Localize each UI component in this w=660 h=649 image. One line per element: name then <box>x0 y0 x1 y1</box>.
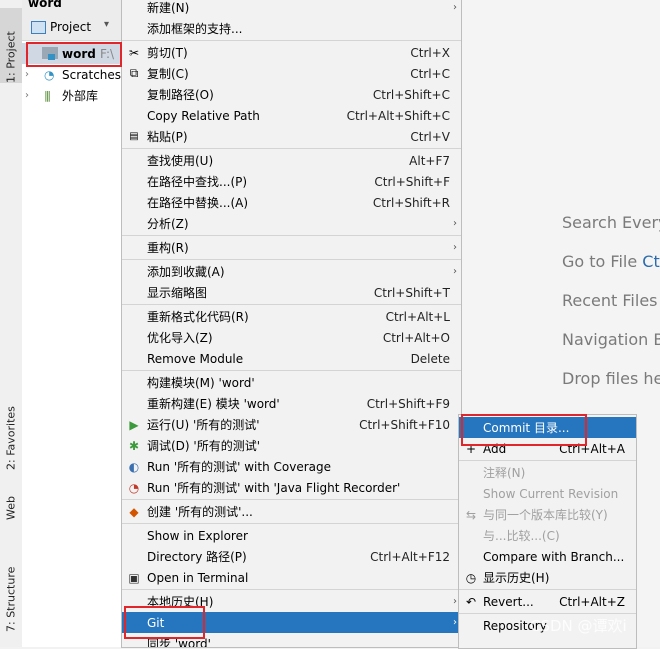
context-menu: 新建(N) › 添加框架的支持... ✂ 剪切(T) Ctrl+X ⧉ 复制(C) Ctr… <box>121 0 462 648</box>
menu-item-show-in-explorer[interactable]: Show in Explorer <box>122 525 461 546</box>
chevron-right-icon: › <box>453 617 457 628</box>
menu-item-find-usages[interactable]: 查找使用(U) Alt+F7 <box>122 150 461 171</box>
terminal-icon: ▣ <box>128 570 140 585</box>
hint-go-to-file: Go to File Ctr <box>562 252 660 271</box>
menu-divider <box>122 589 461 590</box>
menu-divider <box>459 613 636 614</box>
annotation-box-git <box>124 606 205 639</box>
tab-web[interactable]: Web <box>0 486 22 520</box>
tab-favorites[interactable]: 2: Favorites <box>0 390 22 470</box>
menu-item-show-thumbnails[interactable]: 显示缩略图 Ctrl+Shift+T <box>122 282 461 303</box>
tab-favorites-label: 2: Favorites <box>4 406 18 470</box>
submenu-item-compare-with[interactable]: 与...比较...(C) <box>459 525 636 546</box>
window-title: word <box>28 0 62 10</box>
menu-item-add-to-favorites[interactable]: 添加到收藏(A) › <box>122 261 461 282</box>
tree-item-label: 外部库 <box>62 89 99 103</box>
library-icon: ||| <box>44 89 51 102</box>
menu-item-analyze[interactable]: 分析(Z) › <box>122 213 461 234</box>
hint-search-everywhere: Search Every <box>562 213 660 232</box>
submenu-item-revert[interactable]: ↶ Revert... Ctrl+Alt+Z <box>459 591 636 612</box>
chevron-right-icon[interactable]: › <box>25 69 29 80</box>
run-icon: ▶ <box>129 417 139 432</box>
coverage-icon: ◐ <box>128 459 140 474</box>
chevron-down-icon[interactable]: ▾ <box>104 19 109 30</box>
menu-item-copy[interactable]: ⧉ 复制(C) Ctrl+C <box>122 63 461 84</box>
compare-icon: ⇆ <box>465 507 477 522</box>
menu-divider <box>459 589 636 590</box>
tab-structure[interactable]: 7: Structure <box>0 548 22 632</box>
menu-item-reformat-code[interactable]: 重新格式化代码(R) Ctrl+Alt+L <box>122 306 461 327</box>
hint-recent-files: Recent Files C <box>562 291 660 310</box>
menu-item-remove-module[interactable]: Remove Module Delete <box>122 348 461 369</box>
window-title-bar: word <box>22 0 122 16</box>
menu-item-refactor[interactable]: 重构(R) › <box>122 237 461 258</box>
project-panel <box>22 16 122 647</box>
menu-item-add-framework[interactable]: 添加框架的支持... <box>122 18 461 39</box>
menu-item-copy-path[interactable]: 复制路径(O) Ctrl+Shift+C <box>122 84 461 105</box>
menu-item-cut[interactable]: ✂ 剪切(T) Ctrl+X <box>122 42 461 63</box>
menu-item-run-with-coverage[interactable]: ◐ Run '所有的测试' with Coverage <box>122 456 461 477</box>
scratches-icon: ◔ <box>44 67 55 82</box>
menu-divider <box>122 40 461 41</box>
git-submenu: Commit 目录... + Add Ctrl+Alt+A 注释(N) Show C… <box>458 414 637 649</box>
menu-item-find-in-path[interactable]: 在路径中查找...(P) Ctrl+Shift+F <box>122 171 461 192</box>
menu-item-replace-in-path[interactable]: 在路径中替换...(A) Ctrl+Shift+R <box>122 192 461 213</box>
menu-item-create-tests[interactable]: ◆ 创建 '所有的测试'... <box>122 501 461 522</box>
watermark: CSDN @谭欢i <box>530 617 627 635</box>
tab-web-label: Web <box>4 496 18 520</box>
tree-item-scratches[interactable]: › ◔ Scratches <box>22 64 122 85</box>
menu-item-paste[interactable]: ▤ 粘贴(P) Ctrl+V <box>122 126 461 147</box>
menu-item-run-with-flight-recorder[interactable]: ◔ Run '所有的测试' with 'Java Flight Recorder' <box>122 477 461 498</box>
submenu-item-compare-same-repo[interactable]: ⇆ 与同一个版本库比较(Y) <box>459 504 636 525</box>
menu-divider <box>122 235 461 236</box>
chevron-right-icon: › <box>453 242 457 253</box>
project-header-label: Project <box>50 20 92 34</box>
menu-item-copy-relative-path[interactable]: Copy Relative Path Ctrl+Alt+Shift+C <box>122 105 461 126</box>
project-view-icon <box>31 21 46 34</box>
history-icon: ◷ <box>465 570 477 585</box>
menu-divider <box>459 460 636 461</box>
menu-item-run-tests[interactable]: ▶ 运行(U) '所有的测试' Ctrl+Shift+F10 <box>122 414 461 435</box>
tab-project[interactable]: 1: Project <box>0 8 22 83</box>
hint-navigation-bar: Navigation B <box>562 330 660 349</box>
tree-item-external-libraries[interactable]: › ||| 外部库 <box>22 85 122 106</box>
menu-item-rebuild-module[interactable]: 重新构建(E) 模块 'word' Ctrl+Shift+F9 <box>122 393 461 414</box>
menu-divider <box>122 304 461 305</box>
chevron-right-icon: › <box>453 596 457 607</box>
menu-divider <box>122 370 461 371</box>
chevron-right-icon: › <box>453 266 457 277</box>
create-test-icon: ◆ <box>129 504 139 519</box>
submenu-item-show-current-revision[interactable]: Show Current Revision <box>459 483 636 504</box>
menu-item-build-module[interactable]: 构建模块(M) 'word' <box>122 372 461 393</box>
hint-drop-files: Drop files he <box>562 369 660 388</box>
tree-item-label: Scratches <box>62 67 122 82</box>
menu-divider <box>122 148 461 149</box>
menu-divider <box>122 259 461 260</box>
tool-window-strip: 1: Project 2: Favorites Web 7: Structure <box>0 0 23 647</box>
annotation-box-word <box>26 42 122 67</box>
paste-icon: ▤ <box>129 131 139 142</box>
chevron-right-icon: › <box>453 218 457 229</box>
menu-item-debug-tests[interactable]: ✱ 调试(D) '所有的测试' <box>122 435 461 456</box>
menu-divider <box>122 499 461 500</box>
copy-icon: ⧉ <box>129 66 139 80</box>
annotation-box-commit <box>461 414 587 446</box>
submenu-item-show-history[interactable]: ◷ 显示历史(H) <box>459 567 636 588</box>
profiler-icon: ◔ <box>128 480 140 495</box>
submenu-item-compare-with-branch[interactable]: Compare with Branch... <box>459 546 636 567</box>
menu-item-new[interactable]: 新建(N) › <box>122 0 461 18</box>
menu-item-optimize-imports[interactable]: 优化导入(Z) Ctrl+Alt+O <box>122 327 461 348</box>
submenu-item-annotate[interactable]: 注释(N) <box>459 462 636 483</box>
tab-project-label: 1: Project <box>4 31 18 83</box>
chevron-right-icon[interactable]: › <box>25 90 29 101</box>
tab-structure-label: 7: Structure <box>4 566 18 632</box>
cut-icon: ✂ <box>128 45 140 60</box>
debug-icon: ✱ <box>128 438 140 453</box>
chevron-right-icon: › <box>453 2 457 13</box>
project-panel-header[interactable]: Project ▾ <box>22 16 122 41</box>
revert-icon: ↶ <box>465 594 477 609</box>
menu-divider <box>122 523 461 524</box>
menu-item-directory-path[interactable]: Directory 路径(P) Ctrl+Alt+F12 <box>122 546 461 567</box>
menu-item-open-in-terminal[interactable]: ▣ Open in Terminal <box>122 567 461 588</box>
